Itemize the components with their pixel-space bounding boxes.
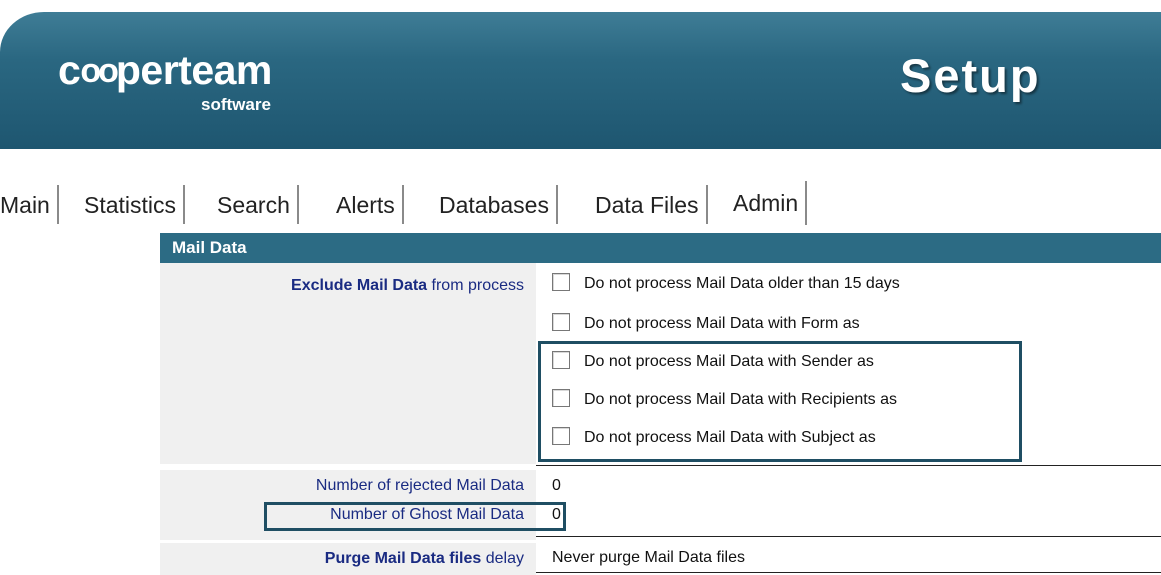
option-older-than-label: Do not process Mail Data older than 15 d… — [584, 275, 900, 292]
logo-text-c: c — [58, 47, 81, 93]
row-divider — [536, 465, 1161, 466]
option-form[interactable]: Do not process Mail Data with Form as — [552, 306, 860, 342]
row-divider — [536, 536, 1161, 537]
logo-subtext: software — [201, 95, 271, 114]
checkbox-older-than[interactable] — [552, 272, 570, 291]
tab-alerts[interactable]: Alerts — [336, 185, 404, 225]
tab-admin[interactable]: Admin — [733, 181, 808, 225]
tab-main[interactable]: Main — [0, 185, 59, 225]
tab-bar: Main Statistics Search Alerts Databases … — [0, 181, 900, 225]
tab-statistics[interactable]: Statistics — [84, 185, 186, 225]
page-title: Setup — [900, 49, 1041, 102]
checkbox-form[interactable] — [552, 312, 570, 331]
rejected-label: Number of rejected Mail Data — [315, 477, 524, 494]
option-form-label: Do not process Mail Data with Form as — [584, 315, 860, 332]
purge-label-rest: delay — [481, 550, 524, 567]
option-older-than[interactable]: Do not process Mail Data older than 15 d… — [552, 266, 900, 302]
logo-text-oo: oo — [80, 52, 119, 90]
tab-databases[interactable]: Databases — [439, 185, 558, 225]
purge-label: Purge Mail Data files delay — [160, 543, 536, 575]
exclude-label-bold: Exclude Mail Data — [291, 277, 428, 294]
exclude-label-rest: from process — [427, 277, 524, 294]
header-banner: cooperteam software Setup — [0, 12, 1161, 149]
tab-search[interactable]: Search — [217, 185, 299, 225]
exclude-label: Exclude Mail Data from process — [160, 263, 536, 464]
rejected-value: 0 — [552, 477, 561, 494]
purge-label-bold: Purge Mail Data files — [324, 550, 482, 567]
tab-data-files[interactable]: Data Files — [595, 185, 708, 225]
coperteam-logo: cooperteam — [58, 50, 272, 91]
highlight-box-ghost — [264, 502, 566, 531]
purge-value[interactable]: Never purge Mail Data files — [552, 549, 745, 567]
highlight-box-options — [538, 341, 1022, 462]
logo-text-perteam: perteam — [115, 47, 273, 93]
section-header-mail-data: Mail Data — [160, 233, 1161, 263]
row-divider — [536, 572, 1161, 573]
